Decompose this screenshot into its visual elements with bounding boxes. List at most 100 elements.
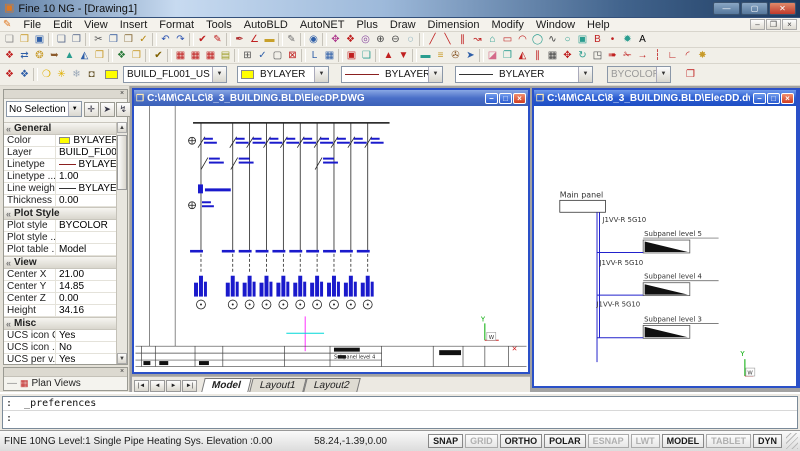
viewport-grid-icon[interactable]: ⊞ (240, 49, 255, 63)
menu-item[interactable]: Edit (47, 19, 78, 31)
quick-select-button[interactable]: ↯ (116, 102, 131, 117)
tablet-toggle[interactable]: TABLET (706, 434, 751, 448)
mdi-close-button[interactable]: × (782, 19, 797, 30)
plan-views-item[interactable]: — ▦ Plan Views (4, 377, 127, 390)
make-block-icon[interactable]: B (590, 33, 605, 47)
new-icon[interactable]: ❏ (2, 33, 17, 47)
insert-block-icon[interactable]: ▣ (575, 33, 590, 47)
window-titlebar[interactable]: ❒ C:\4M\CALC\8_3_BUILDING.BLD\ElecDD.dwg… (534, 90, 796, 106)
zoom-window-icon[interactable]: ❖ (343, 33, 358, 47)
edit-markup-icon[interactable]: ✎ (210, 33, 225, 47)
color-dropdown[interactable]: BYLAYER ▼ (237, 66, 329, 83)
panel-flag-icon[interactable]: ▤ (218, 49, 233, 63)
section-header-plotstyle[interactable]: « Plot Style (4, 207, 116, 220)
menu-item[interactable]: Dimension (422, 19, 486, 31)
pan-icon[interactable]: ✥ (328, 33, 343, 47)
match-properties-icon[interactable]: ✓ (136, 33, 151, 47)
menu-item[interactable]: File (17, 19, 47, 31)
palette-grip[interactable]: × (4, 90, 127, 99)
property-row[interactable]: UCS icon On Yes (4, 330, 116, 342)
scroll-up-icon[interactable]: ▲ (117, 122, 127, 133)
fine-2d-icon[interactable]: ❖ (17, 68, 32, 82)
print-icon[interactable]: ❑ (54, 33, 69, 47)
circle-icon[interactable]: ◯ (530, 33, 545, 47)
lwt-toggle[interactable]: LWT (631, 434, 660, 448)
selection-combo[interactable]: No Selection ▼ (6, 101, 82, 117)
tab-layout1[interactable]: Layout1 (249, 378, 306, 392)
autobld-walls-icon[interactable]: ⇄ (17, 49, 32, 63)
command-input[interactable]: : (3, 411, 797, 427)
zoom-extents-icon[interactable]: ◌ (403, 33, 418, 47)
maximize-button[interactable]: □ (767, 93, 780, 104)
construction-line-icon[interactable]: ╲ (440, 33, 455, 47)
zoom-out-icon[interactable]: ⊖ (388, 33, 403, 47)
menu-item[interactable]: Insert (114, 19, 154, 31)
zoom-realtime-icon[interactable]: ◉ (306, 33, 321, 47)
menu-item[interactable]: Format (153, 19, 200, 31)
tab-prev-button[interactable]: ◄ (150, 380, 165, 392)
autobld-levels-icon[interactable]: ▲ (62, 49, 77, 63)
dyn-toggle[interactable]: DYN (753, 434, 782, 448)
copy-icon[interactable]: ❐ (106, 33, 121, 47)
hatch-icon[interactable]: ✹ (620, 33, 635, 47)
stretch-icon[interactable]: ➠ (605, 49, 620, 63)
point-icon[interactable]: • (605, 33, 620, 47)
app-titlebar[interactable]: ▣ Fine 10 NG - [Drawing1] — ▢ ✕ (0, 0, 800, 18)
snap-toggle[interactable]: SNAP (428, 434, 463, 448)
chevron-down-icon[interactable]: ▼ (212, 67, 226, 82)
drawing-organizer-icon[interactable]: ❖ (114, 49, 129, 63)
mdi-restore-button[interactable]: ❐ (766, 19, 781, 30)
move-icon[interactable]: ✥ (560, 49, 575, 63)
copy-object-icon[interactable]: ❐ (500, 49, 515, 63)
menu-item[interactable]: Tools (200, 19, 238, 31)
maximize-button[interactable]: □ (499, 93, 512, 104)
property-row[interactable]: Linetype BYLAYER (4, 159, 116, 171)
window-titlebar[interactable]: ❒ C:\4M\CALC\8_3_BUILDING.BLD\ElecDP.DWG… (134, 90, 528, 106)
property-row[interactable]: UCS per v... Yes (4, 354, 116, 364)
autobld-view-icon[interactable]: ◭ (77, 49, 92, 63)
zoom-in-icon[interactable]: ⊕ (373, 33, 388, 47)
panel-grid1-icon[interactable]: ▦ (173, 49, 188, 63)
arc-icon[interactable]: ◠ (515, 33, 530, 47)
autobld-openings-icon[interactable]: ❂ (32, 49, 47, 63)
paste-icon[interactable]: ❒ (121, 33, 136, 47)
select-objects-button[interactable]: ➤ (100, 102, 115, 117)
tab-model[interactable]: Model (201, 378, 251, 392)
palette-close-icon[interactable]: × (117, 90, 127, 99)
close-button[interactable]: × (781, 93, 794, 104)
chevron-down-icon[interactable]: ▼ (314, 67, 328, 82)
folder-tool-icon[interactable]: ❒ (129, 49, 144, 63)
menu-item[interactable]: Window (530, 19, 581, 31)
break-icon[interactable]: ┆ (650, 49, 665, 63)
trim-icon[interactable]: ✁ (620, 49, 635, 63)
autobld-copy-icon[interactable]: ➥ (47, 49, 62, 63)
redo-icon[interactable]: ↷ (173, 33, 188, 47)
property-row[interactable]: Center X 21.00 (4, 269, 116, 281)
ortho-toggle[interactable]: ORTHO (500, 434, 543, 448)
linetype-dropdown[interactable]: BYLAYER ▼ (341, 66, 443, 83)
chamfer-icon[interactable]: ∟ (665, 49, 680, 63)
undo-icon[interactable]: ↶ (158, 33, 173, 47)
layer-dropdown[interactable]: BUILD_FL001_US ▼ (123, 66, 227, 83)
mirror-icon[interactable]: ◭ (515, 49, 530, 63)
explode-icon[interactable]: ✸ (695, 49, 710, 63)
menu-item[interactable]: AutoNET (294, 19, 351, 31)
property-row[interactable]: Line weight BYLAYER (4, 183, 116, 195)
multiline-icon[interactable]: ∥ (455, 33, 470, 47)
check-pencil-icon[interactable]: ✔ (151, 49, 166, 63)
layer-viewport-icon[interactable]: ❄ (69, 68, 84, 82)
close-button[interactable]: ✕ (769, 2, 796, 15)
angle-icon[interactable]: ∠ (247, 33, 262, 47)
chevron-down-icon[interactable]: ▼ (68, 102, 81, 116)
layers-icon[interactable]: ▬ (418, 49, 433, 63)
property-row[interactable]: Plot style ... (4, 232, 116, 244)
autobld-library-icon[interactable]: ❒ (92, 49, 107, 63)
chevron-down-icon[interactable]: ▼ (428, 67, 442, 82)
drawing-canvas-elecdd[interactable]: Main panel J1VV-R 5G10 J1VV-R 5G10 J1VV-… (534, 106, 796, 386)
print-preview-icon[interactable]: ❐ (69, 33, 84, 47)
offset-icon[interactable]: ∥ (530, 49, 545, 63)
cut-icon[interactable]: ✂ (91, 33, 106, 47)
layer-freeze-icon[interactable]: ✳ (54, 68, 69, 82)
pickadd-toggle-button[interactable]: ✛ (84, 102, 99, 117)
esnap-toggle[interactable]: ESNAP (588, 434, 629, 448)
